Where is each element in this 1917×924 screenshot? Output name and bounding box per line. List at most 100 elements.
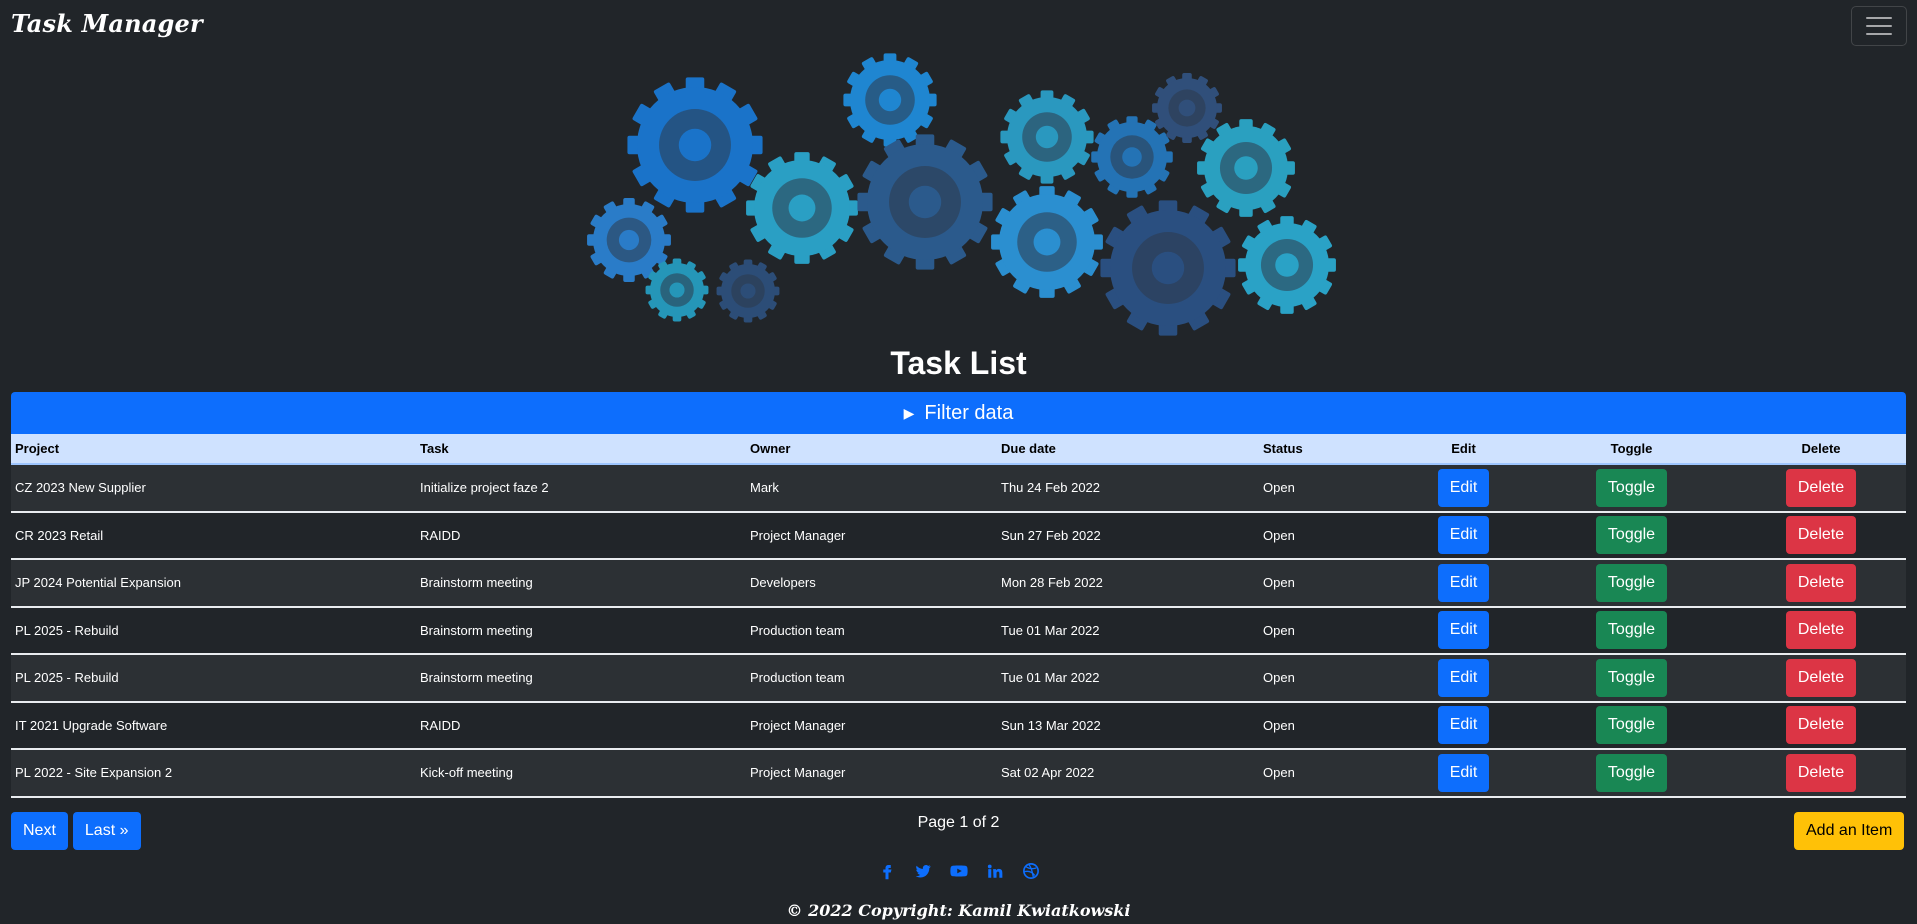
gears-illustration-svg bbox=[587, 53, 1336, 336]
toggle-button[interactable]: Toggle bbox=[1595, 753, 1668, 792]
cell-toggle: Toggle bbox=[1527, 559, 1736, 608]
cell-toggle: Toggle bbox=[1527, 606, 1736, 655]
navbar-toggle-button[interactable] bbox=[1851, 6, 1907, 46]
filter-toggle[interactable]: ▶ Filter data bbox=[11, 392, 1906, 434]
table-row: PL 2025 - Rebuild Brainstorm meeting Pro… bbox=[11, 606, 1906, 655]
header-toggle: Toggle bbox=[1527, 434, 1736, 465]
cell-toggle: Toggle bbox=[1527, 464, 1736, 513]
cell-toggle: Toggle bbox=[1527, 654, 1736, 703]
cell-edit: Edit bbox=[1400, 749, 1527, 798]
store-gear-icon bbox=[746, 152, 858, 264]
cell-project: PL 2025 - Rebuild bbox=[11, 654, 416, 703]
delete-button[interactable]: Delete bbox=[1785, 706, 1857, 745]
table-row: IT 2021 Upgrade Software RAIDD Project M… bbox=[11, 701, 1906, 750]
edit-button[interactable]: Edit bbox=[1437, 563, 1490, 602]
header-owner: Owner bbox=[746, 434, 997, 465]
copyright-text: © 2022 Copyright: Kamil Kwiatkowski bbox=[786, 901, 1131, 920]
cell-delete: Delete bbox=[1736, 654, 1906, 703]
cell-edit: Edit bbox=[1400, 511, 1527, 560]
cell-due-date: Thu 24 Feb 2022 bbox=[997, 464, 1259, 513]
facebook-icon[interactable] bbox=[878, 862, 896, 880]
cell-task: RAIDD bbox=[416, 511, 746, 560]
cell-project: JP 2024 Potential Expansion bbox=[11, 559, 416, 608]
delete-button[interactable]: Delete bbox=[1785, 753, 1857, 792]
delete-button[interactable]: Delete bbox=[1785, 563, 1857, 602]
cell-project: CR 2023 Retail bbox=[11, 511, 416, 560]
toggle-button[interactable]: Toggle bbox=[1595, 468, 1668, 507]
cell-toggle: Toggle bbox=[1527, 511, 1736, 560]
add-item-button[interactable]: Add an Item bbox=[1794, 812, 1905, 850]
cell-owner: Project Manager bbox=[746, 511, 997, 560]
dribbble-icon[interactable] bbox=[1022, 862, 1040, 880]
calendar-gear-icon bbox=[1000, 90, 1094, 184]
cell-edit: Edit bbox=[1400, 654, 1527, 703]
cell-status: Open bbox=[1259, 559, 1400, 608]
youtube-icon[interactable] bbox=[949, 862, 968, 880]
table-row: PL 2022 - Site Expansion 2 Kick-off meet… bbox=[11, 749, 1906, 798]
task-table: Project Task Owner Due date Status Edit … bbox=[11, 434, 1906, 798]
target-gear-icon bbox=[627, 77, 763, 213]
cell-delete: Delete bbox=[1736, 464, 1906, 513]
table-header-row: Project Task Owner Due date Status Edit … bbox=[11, 434, 1906, 465]
search-gear-icon bbox=[645, 258, 709, 322]
cell-project: IT 2021 Upgrade Software bbox=[11, 701, 416, 750]
cell-delete: Delete bbox=[1736, 701, 1906, 750]
cell-edit: Edit bbox=[1400, 559, 1527, 608]
social-links bbox=[0, 862, 1917, 880]
toggle-button[interactable]: Toggle bbox=[1595, 563, 1668, 602]
header-delete: Delete bbox=[1736, 434, 1906, 465]
cell-task: Brainstorm meeting bbox=[416, 559, 746, 608]
delete-button[interactable]: Delete bbox=[1785, 516, 1857, 555]
edit-button[interactable]: Edit bbox=[1437, 706, 1490, 745]
hamburger-icon-line bbox=[1866, 25, 1892, 27]
pie-gear-icon bbox=[587, 198, 671, 282]
cell-project: CZ 2023 New Supplier bbox=[11, 464, 416, 513]
cell-edit: Edit bbox=[1400, 701, 1527, 750]
cell-owner: Production team bbox=[746, 654, 997, 703]
cell-toggle: Toggle bbox=[1527, 701, 1736, 750]
puzzle-gear-icon bbox=[716, 259, 780, 323]
toggle-button[interactable]: Toggle bbox=[1595, 611, 1668, 650]
bulb-gear-icon bbox=[857, 134, 993, 270]
edit-button[interactable]: Edit bbox=[1437, 658, 1490, 697]
cell-owner: Project Manager bbox=[746, 701, 997, 750]
edit-button[interactable]: Edit bbox=[1437, 611, 1490, 650]
edit-button[interactable]: Edit bbox=[1437, 468, 1490, 507]
brand-title[interactable]: Task Manager bbox=[11, 9, 203, 38]
page-title: Task List bbox=[890, 345, 1027, 381]
cell-task: Brainstorm meeting bbox=[416, 606, 746, 655]
edit-button[interactable]: Edit bbox=[1437, 516, 1490, 555]
cell-due-date: Tue 01 Mar 2022 bbox=[997, 654, 1259, 703]
cell-due-date: Sun 27 Feb 2022 bbox=[997, 511, 1259, 560]
cell-owner: Mark bbox=[746, 464, 997, 513]
table-row: PL 2025 - Rebuild Brainstorm meeting Pro… bbox=[11, 654, 1906, 703]
cell-status: Open bbox=[1259, 701, 1400, 750]
checklist-gear-icon bbox=[1197, 119, 1295, 217]
cell-task: Kick-off meeting bbox=[416, 749, 746, 798]
header-edit: Edit bbox=[1400, 434, 1527, 465]
toggle-button[interactable]: Toggle bbox=[1595, 706, 1668, 745]
card-gear-icon bbox=[991, 186, 1103, 298]
cell-due-date: Sat 02 Apr 2022 bbox=[997, 749, 1259, 798]
cell-edit: Edit bbox=[1400, 464, 1527, 513]
hamburger-icon-line bbox=[1866, 33, 1892, 35]
delete-button[interactable]: Delete bbox=[1785, 611, 1857, 650]
toggle-button[interactable]: Toggle bbox=[1595, 658, 1668, 697]
twitter-icon[interactable] bbox=[914, 862, 932, 880]
delete-button[interactable]: Delete bbox=[1785, 468, 1857, 507]
bars-gear-icon bbox=[1152, 73, 1222, 143]
page-indicator: Page 1 of 2 bbox=[917, 814, 1000, 831]
cell-task: RAIDD bbox=[416, 701, 746, 750]
cell-delete: Delete bbox=[1736, 606, 1906, 655]
cell-due-date: Tue 01 Mar 2022 bbox=[997, 606, 1259, 655]
delete-button[interactable]: Delete bbox=[1785, 658, 1857, 697]
table-row: JP 2024 Potential Expansion Brainstorm m… bbox=[11, 559, 1906, 608]
toggle-button[interactable]: Toggle bbox=[1595, 516, 1668, 555]
cell-due-date: Sun 13 Mar 2022 bbox=[997, 701, 1259, 750]
linkedin-icon[interactable] bbox=[986, 862, 1004, 880]
cell-status: Open bbox=[1259, 606, 1400, 655]
edit-button[interactable]: Edit bbox=[1437, 753, 1490, 792]
cell-delete: Delete bbox=[1736, 559, 1906, 608]
cell-status: Open bbox=[1259, 464, 1400, 513]
gears-illustration bbox=[580, 50, 1340, 350]
